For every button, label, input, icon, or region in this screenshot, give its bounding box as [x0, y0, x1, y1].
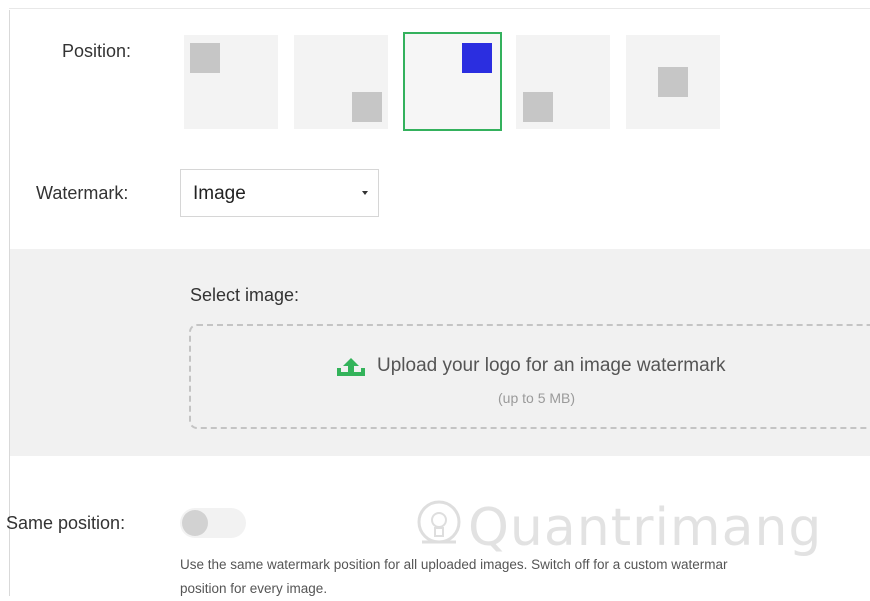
- watermark-type-value: Image: [193, 183, 246, 204]
- upload-text: Upload your logo for an image watermark: [377, 355, 726, 376]
- position-marker-selected: [462, 43, 492, 73]
- watermark-label: Watermark:: [36, 183, 129, 203]
- position-option-bottom-left[interactable]: [516, 35, 610, 129]
- position-option-top-right[interactable]: [403, 32, 502, 131]
- position-marker: [352, 92, 382, 122]
- position-option-top-left[interactable]: [184, 35, 278, 129]
- same-position-help: Use the same watermark position for all …: [180, 553, 870, 601]
- watermark-type-select[interactable]: Image: [180, 169, 379, 217]
- position-option-bottom-right[interactable]: [294, 35, 388, 129]
- same-position-toggle[interactable]: [180, 508, 246, 538]
- help-line-2: position for every image.: [180, 581, 328, 596]
- caret-down-icon: [362, 191, 368, 195]
- top-border: [9, 8, 870, 9]
- position-marker: [658, 67, 688, 97]
- upload-icon: [337, 358, 365, 376]
- position-marker: [190, 43, 220, 73]
- position-option-center[interactable]: [626, 35, 720, 129]
- position-marker: [523, 92, 553, 122]
- same-position-label: Same position:: [6, 513, 126, 533]
- upload-size-limit: (up to 5 MB): [498, 390, 576, 406]
- lightbulb-logo-icon: [417, 500, 461, 544]
- position-label: Position:: [62, 41, 132, 61]
- site-watermark-text: Quantrimang: [468, 498, 823, 558]
- help-line-1: Use the same watermark position for all …: [180, 557, 728, 572]
- select-image-label: Select image:: [190, 285, 300, 305]
- toggle-knob: [182, 510, 208, 536]
